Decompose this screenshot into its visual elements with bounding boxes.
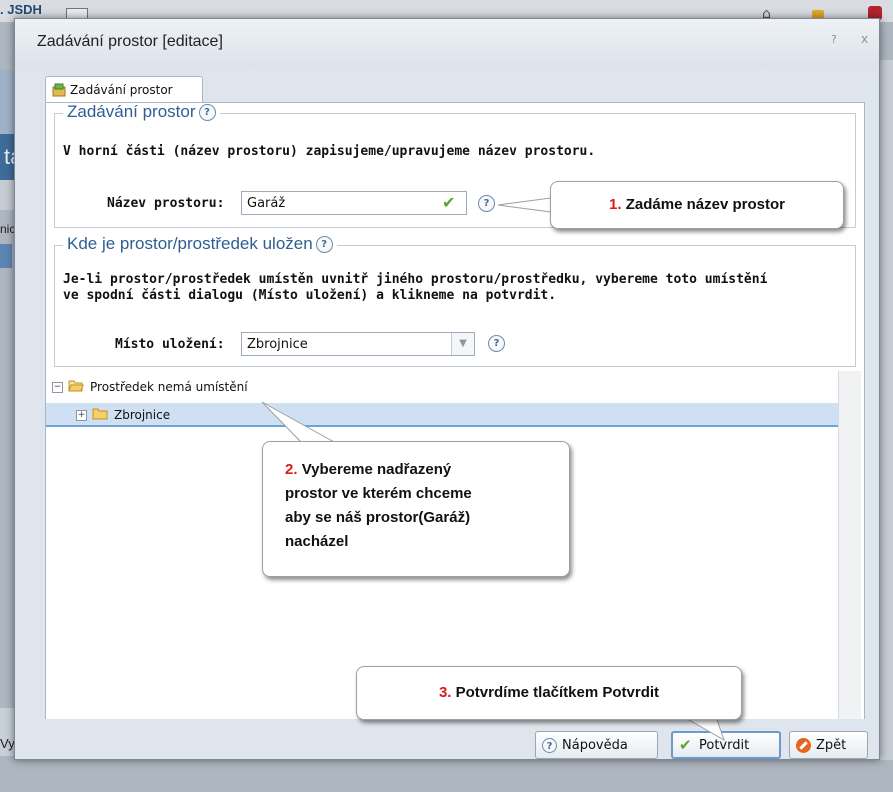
folder-icon (92, 408, 108, 420)
callout-text: Zadáme název prostor (625, 196, 785, 213)
tab-zadavani-prostor[interactable]: Zadávání prostor (45, 76, 203, 103)
chevron-down-icon[interactable]: ▼ (451, 333, 474, 355)
tree-node-zbrojnice[interactable]: + Zbrojnice (46, 403, 838, 427)
valid-check-icon: ✔ (442, 193, 456, 212)
callout-text: Vybereme nadřazený (301, 461, 452, 478)
dialog-titlebar[interactable]: Zadávání prostor [editace] ? x (15, 19, 879, 67)
help-icon[interactable]: ? (198, 103, 216, 121)
tab-label: Zadávání prostor (70, 83, 173, 97)
help-icon[interactable]: ? (831, 33, 837, 46)
location-select-value: Zbrojnice (247, 337, 308, 352)
tree-node-label: Prostředek nemá umístění (90, 380, 248, 394)
section-title-text: Zadávání prostor (67, 102, 196, 121)
callout-line2: prostor ve kterém chceme (285, 485, 472, 502)
dialog-title: Zadávání prostor [editace] (37, 33, 223, 50)
folder-open-icon (68, 380, 84, 392)
callout-text-block: 2. Vybereme nadřazený prostor ve kterém … (285, 458, 472, 554)
section-description-line1: Je-li prostor/prostředek umístěn uvnitř … (63, 272, 768, 287)
back-button-label: Zpět (816, 737, 847, 753)
section-description-line2: ve spodní části dialogu (Místo uložení) … (63, 288, 557, 303)
help-icon[interactable]: ? (488, 335, 505, 352)
callout-number: 2. (285, 461, 298, 478)
background-selection (0, 244, 12, 268)
help-icon: ? (542, 737, 557, 753)
callout-number: 1. (609, 196, 622, 213)
fieldset-umisteni: Kde je prostor/prostředek uložen ? Je-li… (54, 234, 856, 367)
callout-number: 3. (438, 684, 452, 701)
expand-toggle-icon[interactable]: + (76, 410, 87, 421)
confirm-button[interactable]: ✔ Potvrdit (671, 731, 781, 759)
location-label: Místo uložení: (115, 337, 225, 352)
section-title-text: Kde je prostor/prostředek uložen (67, 234, 313, 253)
tree-scrollbar[interactable] (838, 371, 861, 720)
cancel-icon (796, 737, 811, 753)
tab-icon (52, 83, 66, 97)
callout-2: 2. Vybereme nadřazený prostor ve kterém … (262, 441, 570, 577)
back-button[interactable]: Zpět (789, 731, 868, 759)
section-title: Kde je prostor/prostředek uložen ? (63, 234, 337, 254)
close-icon[interactable]: x (861, 32, 868, 46)
background-brand: . JSDH (0, 2, 42, 17)
edit-dialog: Zadávání prostor [editace] ? x Zadávání … (14, 18, 880, 760)
callout-text: Potvrdíme tlačítkem Potvrdit (455, 684, 660, 701)
section-title: Zadávání prostor ? (63, 102, 220, 122)
section-description: V horní části (název prostoru) zapisujem… (63, 144, 596, 159)
confirm-button-label: Potvrdit (699, 737, 750, 753)
callout-line1: 2. Vybereme nadřazený (285, 458, 472, 482)
help-icon[interactable]: ? (315, 235, 333, 253)
help-button-label: Nápověda (562, 737, 628, 753)
callout-3: 3. Potvrdíme tlačítkem Potvrdit (356, 666, 742, 720)
collapse-toggle-icon[interactable]: − (52, 382, 63, 393)
tree-node-label: Zbrojnice (114, 408, 171, 422)
callout-1: 1. Zadáme název prostor (550, 181, 844, 229)
name-input[interactable]: Garáž (241, 191, 467, 215)
tree-node-root[interactable]: − Prostředek nemá umístění (46, 375, 838, 399)
name-label: Název prostoru: (107, 196, 225, 211)
check-icon: ✔ (679, 735, 692, 754)
location-select[interactable]: Zbrojnice ▼ (241, 332, 475, 356)
callout-line4: nacházel (285, 533, 349, 550)
callout-line3: aby se náš prostor(Garáž) (285, 509, 471, 526)
help-button[interactable]: ? Nápověda (535, 731, 658, 759)
help-icon[interactable]: ? (478, 195, 495, 212)
